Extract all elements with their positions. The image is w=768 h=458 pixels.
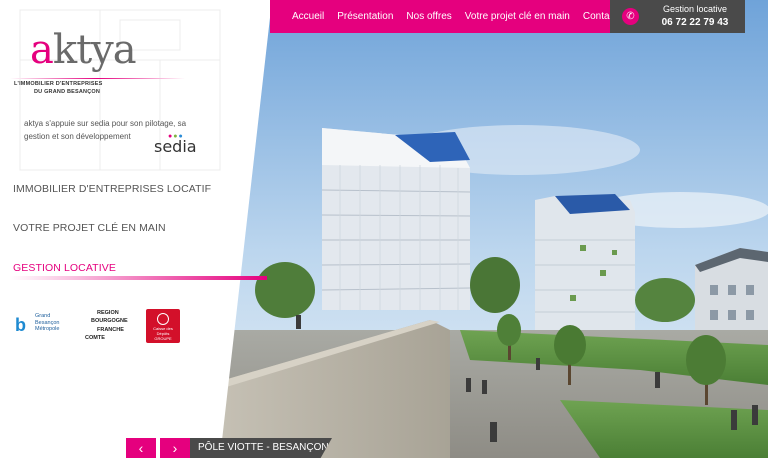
aktya-logo[interactable]: aktya: [30, 27, 137, 73]
menu-item-projet[interactable]: VOTRE PROJET CLÉ EN MAIN: [13, 222, 166, 234]
nav-presentation[interactable]: Présentation: [337, 11, 393, 22]
cdc-text: Caisse des Dépôts GROUPE: [153, 326, 173, 341]
partner-caisse-depots-logo[interactable]: Caisse des Dépôts GROUPE: [146, 309, 180, 343]
partner-grand-besancon-logo[interactable]: b Grand Besançon Métropole: [15, 313, 71, 337]
cdc-emblem-icon: [157, 313, 169, 325]
logo-tagline-1: L'IMMOBILIER D'ENTREPRISES: [14, 81, 103, 87]
menu-item-immobilier[interactable]: IMMOBILIER D'ENTREPRISES LOCATIF: [13, 183, 211, 195]
logo-first-letter: a: [30, 27, 54, 73]
page: aktya L'IMMOBILIER D'ENTREPRISES DU GRAN…: [0, 0, 768, 458]
sedia-logo[interactable]: sedia: [154, 137, 197, 156]
slide-caption-bar: PÔLE VIOTTE - BESANÇON: [190, 438, 332, 458]
contact-phone-number[interactable]: 06 72 22 79 43: [650, 17, 740, 28]
slide-caption: PÔLE VIOTTE - BESANÇON: [198, 442, 329, 453]
contact-box[interactable]: ✆ Gestion locative 06 72 22 79 43: [610, 0, 745, 33]
region-line-2: BOURGOGNE: [91, 318, 128, 325]
logo-tagline-2: DU GRAND BESANÇON: [34, 89, 101, 95]
menu-item-gestion[interactable]: GESTION LOCATIVE: [13, 262, 116, 274]
top-navigation: Accueil Présentation Nos offres Votre pr…: [270, 0, 617, 33]
region-line-3: FRANCHE: [97, 326, 124, 333]
phone-icon: ✆: [622, 8, 639, 25]
logo-divider: [10, 78, 185, 79]
slider-next-button[interactable]: ›: [160, 438, 190, 458]
nav-nos-offres[interactable]: Nos offres: [406, 11, 451, 22]
gbm-text: Grand Besançon Métropole: [35, 313, 60, 333]
contact-label: Gestion locative: [662, 4, 728, 14]
slider-prev-button[interactable]: ‹: [126, 438, 156, 458]
nav-projet-cle-en-main[interactable]: Votre projet clé en main: [465, 11, 570, 22]
region-line-1: REGION: [97, 310, 119, 316]
logo-rest-letters: ktya: [52, 27, 137, 73]
menu-active-underline: [10, 276, 267, 280]
partner-region-logo[interactable]: REGION BOURGOGNE FRANCHE COMTE: [85, 309, 135, 342]
region-line-4: COMTE: [85, 334, 105, 341]
nav-accueil[interactable]: Accueil: [292, 11, 324, 22]
gbm-icon: b: [15, 315, 26, 335]
